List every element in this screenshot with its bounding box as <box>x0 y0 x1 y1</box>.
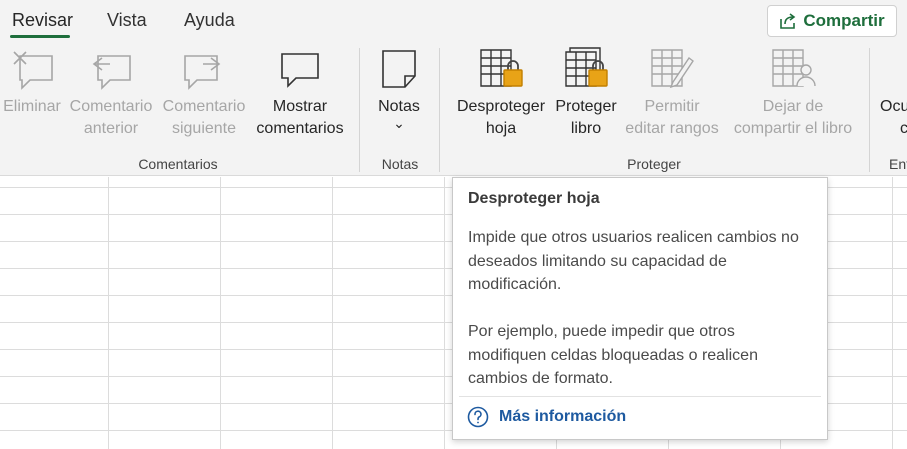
next-comment-icon <box>184 55 221 90</box>
tooltip-body: Impide que otros usuarios realicen cambi… <box>468 226 808 391</box>
ribbon: Eliminar Comentario anterior Comentario … <box>0 40 907 176</box>
show-comments-button[interactable]: Mostrar comentarios <box>250 40 350 148</box>
unshare-workbook-icon <box>772 49 816 87</box>
group-label-proteger: Proteger <box>627 156 681 172</box>
group-label-comentarios: Comentarios <box>138 156 218 172</box>
delete-comment-icon <box>13 51 53 90</box>
share-icon <box>780 13 796 29</box>
chevron-down-icon[interactable]: ⌄ <box>393 116 405 130</box>
previous-comment-button[interactable]: Comentario anterior <box>64 40 158 148</box>
group-separator <box>359 48 360 172</box>
allow-edit-ranges-icon <box>651 49 694 89</box>
notes-button[interactable]: Notas ⌄ <box>366 40 432 148</box>
group-separator <box>439 48 440 172</box>
show-comments-icon <box>281 53 319 88</box>
tooltip-divider <box>459 396 821 397</box>
share-label: Compartir <box>803 11 885 30</box>
group-label-notas: Notas <box>381 156 419 172</box>
note-icon <box>382 50 416 88</box>
more-info-label: Más información <box>499 408 627 425</box>
next-comment-button[interactable]: Comentario siguiente <box>158 40 250 148</box>
help-icon <box>467 406 489 428</box>
tab-vista[interactable]: Vista <box>107 10 147 31</box>
more-info-link[interactable]: Más información <box>467 406 626 428</box>
tooltip-title: Desproteger hoja <box>468 190 600 207</box>
tooltip-paragraph: Por ejemplo, puede impedir que otros mod… <box>468 323 758 387</box>
tab-bar: Revisar Vista Ayuda Compartir <box>0 0 907 40</box>
tooltip-paragraph: Impide que otros usuarios realicen cambi… <box>468 229 799 293</box>
group-separator <box>869 48 870 172</box>
active-tab-indicator <box>10 35 70 38</box>
protect-workbook-button[interactable]: Proteger libro <box>552 40 620 148</box>
tooltip-unprotect-sheet: Desproteger hoja Impide que otros usuari… <box>452 177 828 440</box>
unprotect-sheet-button[interactable]: Desproteger hoja <box>450 40 552 148</box>
previous-comment-icon <box>92 55 131 90</box>
group-label-clipped: Ent <box>889 156 907 172</box>
unprotect-sheet-icon <box>480 49 523 87</box>
hide-ink-button[interactable]: Ocu c <box>880 40 907 148</box>
share-button[interactable]: Compartir <box>767 5 897 37</box>
tab-revisar[interactable]: Revisar <box>12 10 73 31</box>
protect-workbook-icon <box>565 47 608 87</box>
tab-ayuda[interactable]: Ayuda <box>184 10 235 31</box>
allow-edit-ranges-button[interactable]: Permitir editar rangos <box>620 40 724 148</box>
delete-comment-button[interactable]: Eliminar <box>0 40 64 148</box>
unshare-workbook-button[interactable]: Dejar de compartir el libro <box>724 40 862 148</box>
